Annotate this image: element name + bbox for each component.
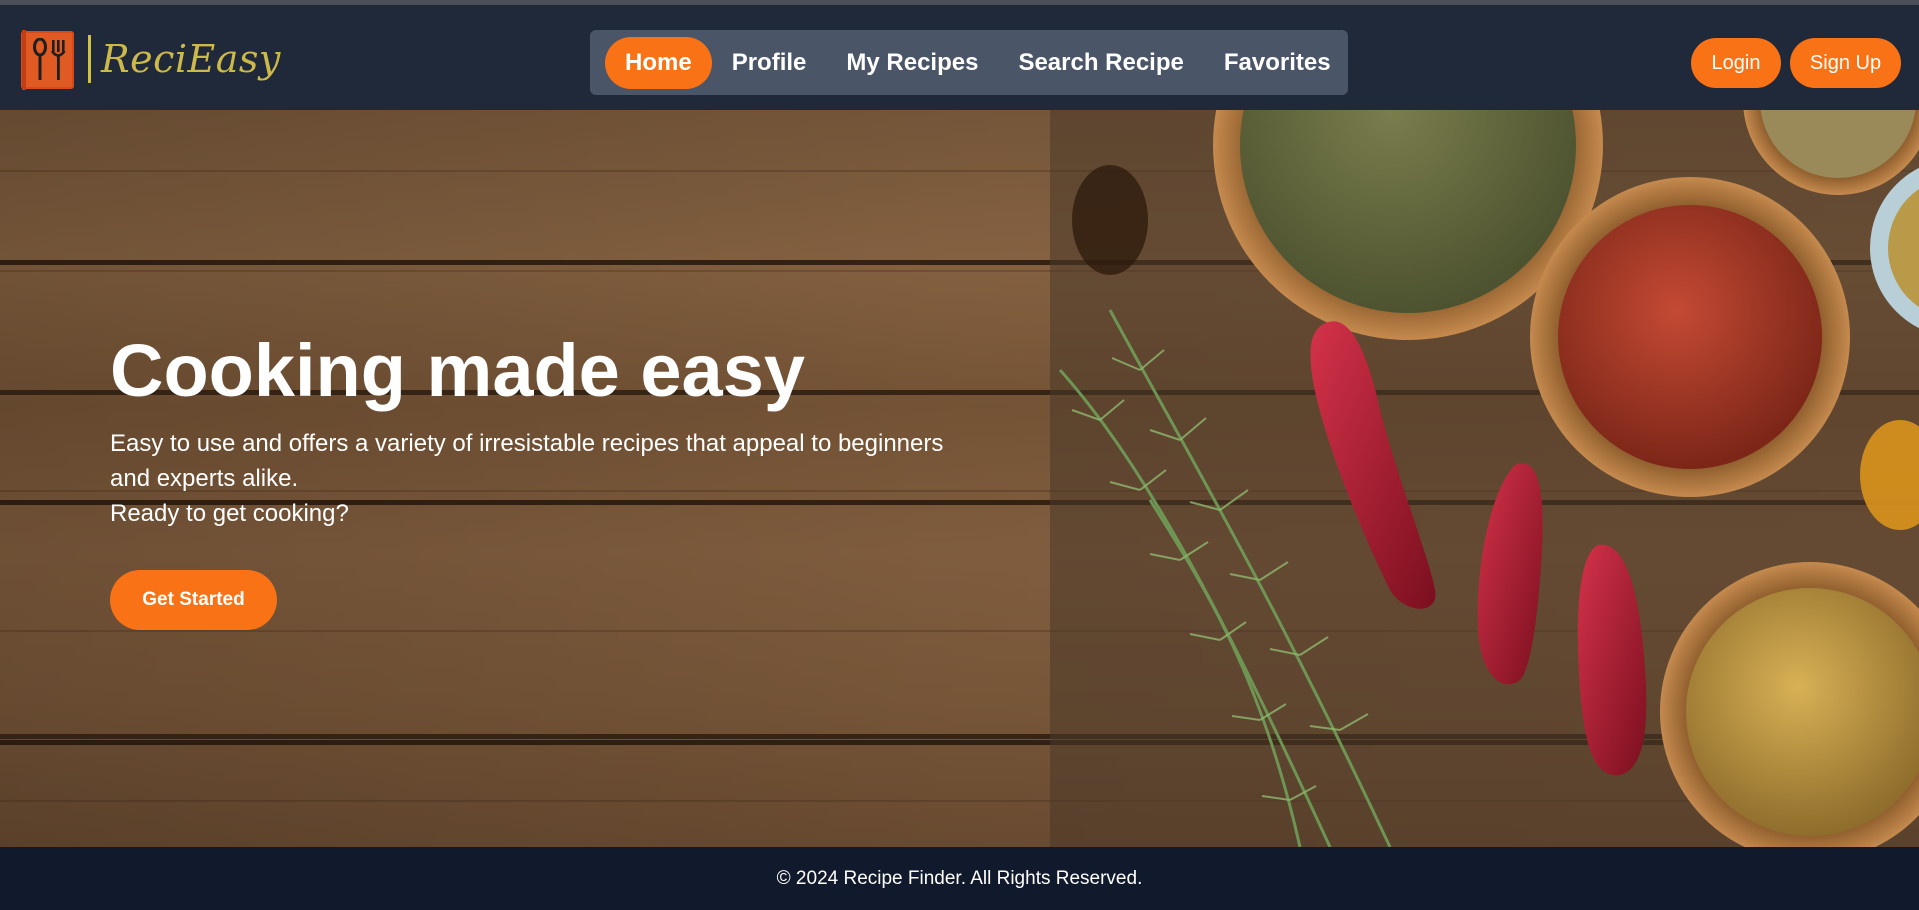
nav-search-recipe[interactable]: Search Recipe [998, 37, 1203, 89]
hero-section: Cooking made easy Easy to use and offers… [0, 110, 1919, 847]
get-started-button[interactable]: Get Started [110, 570, 277, 630]
hero-description: Easy to use and offers a variety of irre… [110, 426, 990, 531]
brand-name: ReciEasy [101, 37, 281, 81]
login-button[interactable]: Login [1691, 38, 1781, 88]
brand-logo[interactable]: ReciEasy [18, 28, 281, 90]
nav-my-recipes[interactable]: My Recipes [826, 37, 998, 89]
hero-title: Cooking made easy [110, 329, 806, 412]
logo-divider [88, 35, 91, 83]
footer: © 2024 Recipe Finder. All Rights Reserve… [0, 847, 1919, 910]
nav-profile[interactable]: Profile [712, 37, 827, 89]
fork-knife-icon [18, 28, 76, 90]
navbar: ReciEasy Home Profile My Recipes Search … [0, 5, 1919, 110]
nav-home[interactable]: Home [605, 36, 712, 89]
signup-button[interactable]: Sign Up [1790, 38, 1901, 88]
hero-question: Ready to get cooking? [110, 500, 349, 527]
hero-description-text: Easy to use and offers a variety of irre… [110, 430, 944, 492]
copyright-text: © 2024 Recipe Finder. All Rights Reserve… [776, 867, 1143, 889]
nav-favorites[interactable]: Favorites [1204, 37, 1351, 89]
main-nav: Home Profile My Recipes Search Recipe Fa… [590, 30, 1348, 95]
